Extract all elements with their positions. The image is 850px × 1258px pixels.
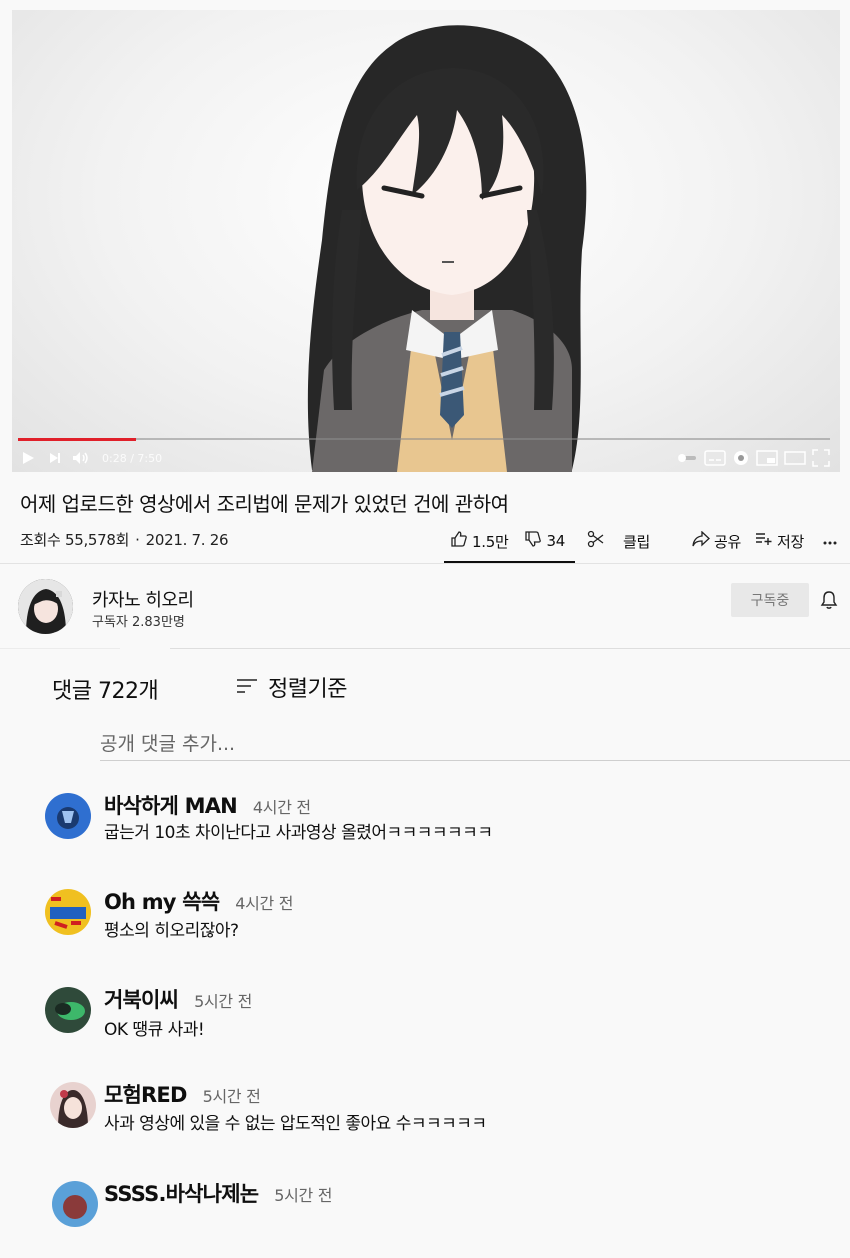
comment-time: 4시간 전 (235, 894, 294, 913)
meta-dot: · (135, 531, 140, 549)
video-title: 어제 업로드한 영상에서 조리법에 문제가 있었던 건에 관하여 (20, 492, 509, 516)
comment-author[interactable]: 모험RED 5시간 전 (104, 1079, 261, 1109)
fullscreen-icon[interactable] (812, 446, 830, 470)
comment-author[interactable]: SSSS.바삭나제논 5시간 전 (104, 1178, 332, 1208)
comment-text: OK 땡큐 사과! (104, 1020, 205, 1040)
dislike-count: 34 (546, 532, 565, 550)
avatar-image (52, 1181, 98, 1227)
author-name: 모험RED (104, 1083, 187, 1107)
like-count: 1.5만 (472, 532, 509, 551)
time-display: 0:28 / 7:50 (102, 452, 162, 465)
next-icon[interactable] (48, 446, 62, 470)
comment-author[interactable]: 거북이씨 5시간 전 (104, 984, 252, 1014)
comment-author[interactable]: 바삭하게 MAN 4시간 전 (104, 790, 311, 820)
avatar-image (45, 889, 91, 935)
comment-item: Oh my 쓱쓱 4시간 전 평소의 히오리잖아? (0, 886, 850, 966)
comment-text: 굽는거 10초 차이난다고 사과영상 올렸어ㅋㅋㅋㅋㅋㅋㅋ (104, 823, 493, 843)
comment-text: 사과 영상에 있을 수 없는 압도적인 좋아요 수ㅋㅋㅋㅋㅋ (104, 1114, 487, 1134)
comment-avatar[interactable] (45, 889, 91, 935)
comment-avatar[interactable] (45, 987, 91, 1033)
scissors-icon (587, 530, 605, 552)
thumbs-down-icon (524, 530, 542, 552)
progress-bar[interactable] (18, 438, 830, 441)
bell-icon[interactable] (820, 590, 838, 614)
comment-count: 댓글 722개 (52, 679, 159, 704)
channel-avatar-image (18, 579, 73, 634)
sort-button[interactable]: 정렬기준 (236, 671, 347, 703)
time-total: 7:50 (137, 451, 163, 465)
avatar-image (50, 1082, 96, 1128)
more-actions-button[interactable] (822, 526, 838, 556)
comment-time: 4시간 전 (252, 798, 311, 817)
autoplay-toggle-icon[interactable] (676, 446, 698, 470)
theater-mode-icon[interactable] (784, 446, 806, 470)
video-actions: 1.5만 34 클립 공유 저장 (444, 526, 844, 556)
subscriber-count: 구독자 2.83만명 (92, 615, 185, 630)
video-frame-illustration (307, 25, 587, 472)
divider (170, 648, 850, 649)
comment-text: 평소의 히오리잖아? (104, 921, 239, 941)
comment-time: 5시간 전 (194, 992, 253, 1011)
thumbs-up-icon (450, 530, 468, 552)
sort-label: 정렬기준 (268, 677, 347, 702)
sort-icon (236, 675, 258, 700)
clip-button[interactable]: 클립 (587, 526, 650, 556)
save-button[interactable]: 저장 (755, 526, 804, 556)
miniplayer-icon[interactable] (756, 446, 778, 470)
comment-item: 바삭하게 MAN 4시간 전 굽는거 10초 차이난다고 사과영상 올렸어ㅋㅋㅋㅋ… (0, 790, 850, 870)
comment-avatar[interactable] (50, 1082, 96, 1128)
comment-author[interactable]: Oh my 쓱쓱 4시간 전 (104, 886, 293, 916)
comment-item: 모험RED 5시간 전 사과 영상에 있을 수 없는 압도적인 좋아요 수ㅋㅋㅋㅋ… (0, 1079, 850, 1159)
settings-gear-icon[interactable] (732, 446, 750, 470)
more-horizontal-icon (822, 532, 838, 550)
divider (0, 563, 850, 564)
comment-item: 거북이씨 5시간 전 OK 땡큐 사과! (0, 984, 850, 1064)
dislike-button[interactable]: 34 (524, 526, 565, 556)
like-button[interactable]: 1.5만 (450, 526, 509, 556)
author-name: 바삭하게 MAN (104, 794, 238, 818)
play-icon[interactable] (20, 446, 36, 470)
subscribed-button[interactable]: 구독중 (731, 583, 809, 617)
save-label: 저장 (777, 532, 805, 551)
volume-icon[interactable] (72, 446, 90, 470)
add-comment-input[interactable] (100, 728, 850, 761)
channel-name[interactable]: 카자노 히오리 (92, 586, 194, 612)
comment-time: 5시간 전 (202, 1087, 261, 1106)
author-name: Oh my 쓱쓱 (104, 890, 220, 914)
share-button[interactable]: 공유 (692, 526, 741, 556)
player-controls: 0:28 / 7:50 (12, 446, 840, 470)
video-meta: 조회수 55,578회 · 2021. 7. 26 (20, 529, 229, 550)
subtitles-icon[interactable] (704, 446, 726, 470)
view-count: 조회수 55,578회 (20, 531, 130, 549)
comment-avatar[interactable] (45, 793, 91, 839)
upload-date: 2021. 7. 26 (145, 531, 229, 549)
avatar-image (45, 793, 91, 839)
share-label: 공유 (713, 532, 741, 551)
author-name: SSSS.바삭나제논 (104, 1182, 259, 1206)
playlist-add-icon (755, 532, 773, 550)
comment-item: SSSS.바삭나제논 5시간 전 (0, 1178, 850, 1258)
comment-time: 5시간 전 (274, 1186, 333, 1205)
comment-avatar[interactable] (52, 1181, 98, 1227)
video-player[interactable]: 0:28 / 7:50 (12, 10, 840, 472)
time-current: 0:28 (102, 451, 127, 465)
divider (0, 648, 120, 649)
progress-played (18, 438, 136, 441)
clip-label: 클립 (622, 532, 650, 551)
avatar-image (45, 987, 91, 1033)
channel-avatar[interactable] (18, 579, 73, 634)
author-name: 거북이씨 (104, 988, 179, 1012)
share-arrow-icon (692, 530, 710, 551)
